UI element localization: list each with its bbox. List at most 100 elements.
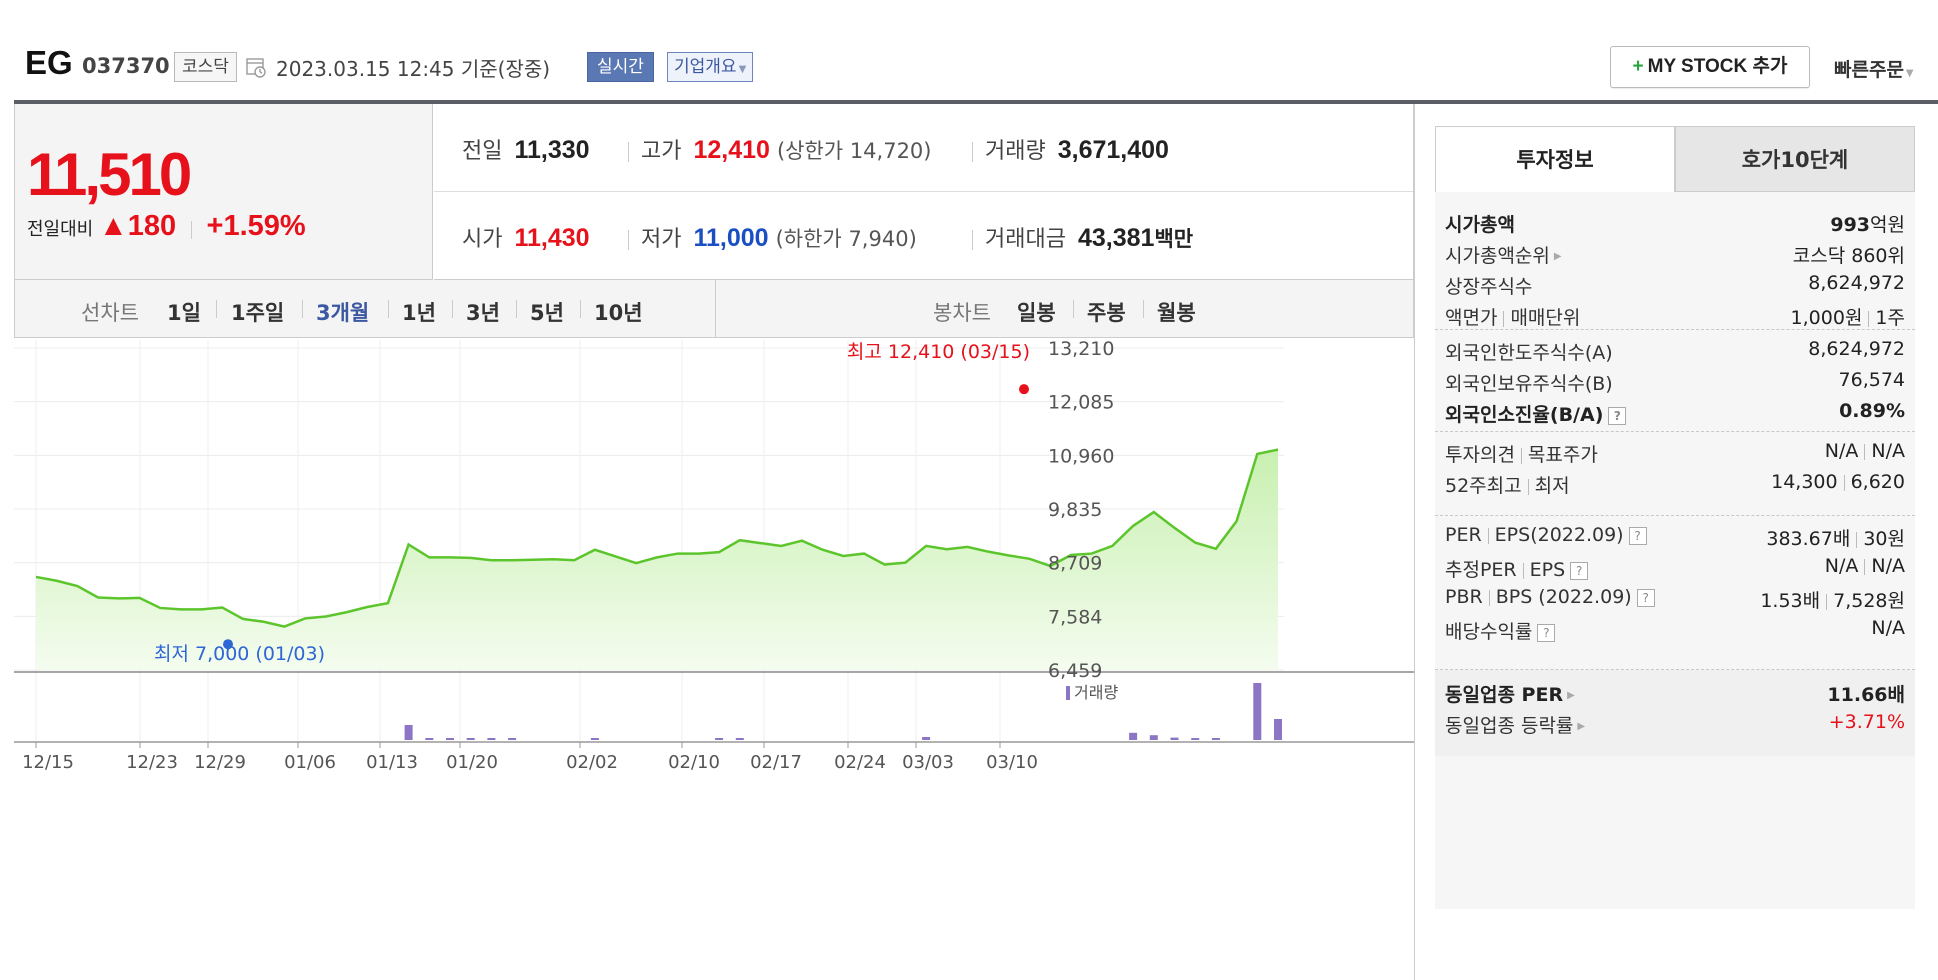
x-tick-label: 03/10 [986, 752, 1038, 773]
company-name: EG [25, 44, 73, 81]
company-info-button[interactable]: 기업개요 ▼ [667, 52, 754, 82]
change-label: 전일대비 [27, 219, 94, 240]
info-value: 1.53배 7,528원 [1760, 590, 1905, 612]
volume-bar [1191, 738, 1200, 740]
tab-invest-info[interactable]: 투자정보 [1435, 126, 1675, 192]
divider [388, 300, 389, 318]
y-tick-label: 12,085 [1048, 392, 1114, 414]
help-icon[interactable]: ? [1608, 406, 1627, 425]
info-value: 0.89% [1839, 400, 1905, 422]
arrow-right-icon[interactable]: ▶ [1554, 251, 1562, 262]
divider [1503, 310, 1505, 327]
info-tabs: 투자정보 호가10단계 [1435, 126, 1915, 192]
arrow-right-icon[interactable]: ▶ [1577, 721, 1585, 732]
divider [972, 230, 973, 250]
info-section: 동일업종 PER ▶ 11.66배 동일업종 등락률 ▶ +3.71% [1435, 670, 1915, 756]
y-tick-label: 10,960 [1048, 445, 1114, 467]
help-icon[interactable]: ? [1636, 588, 1655, 607]
period-1year[interactable]: 1년 [402, 297, 436, 327]
divider [580, 300, 581, 318]
volume-value: 3,671,400 [1057, 136, 1169, 164]
y-tick-label: 13,210 [1048, 340, 1114, 360]
volume-bar [404, 725, 413, 740]
info-value: 1,000원 1주 [1790, 307, 1905, 329]
trade-value-unit: 백만 [1154, 227, 1194, 251]
period-1day[interactable]: 1일 [167, 297, 201, 327]
candle-daily[interactable]: 일봉 [1017, 297, 1056, 327]
high-marker [1019, 384, 1029, 395]
info-value: N/A [1871, 617, 1905, 639]
price-row-1: 전일 11,330 고가 12,410 (상한가 14,720) 거래량 3,671,… [434, 104, 1413, 192]
y-tick-label: 7,584 [1048, 606, 1102, 628]
plus-icon: + [1632, 56, 1644, 77]
up-triangle-icon: ▲ [98, 210, 128, 242]
volume-label: 거래량 [985, 139, 1046, 164]
candle-weekly[interactable]: 주봉 [1087, 297, 1126, 327]
period-1week[interactable]: 1주일 [231, 297, 284, 327]
company-info-label: 기업개요 [674, 57, 737, 77]
divider [1487, 527, 1489, 544]
info-value: N/A N/A [1824, 555, 1905, 577]
divider [452, 300, 453, 318]
period-3year[interactable]: 3년 [466, 297, 500, 327]
info-row: 시가총액 993억원 [1445, 210, 1905, 240]
day-high-value: 12,410 [693, 136, 770, 164]
change-value: 180 [127, 210, 177, 242]
quick-order-button[interactable]: 빠른주문 ▼ [1834, 55, 1914, 82]
quote-time: 2023.03.15 12:45 기준(장중) [276, 53, 550, 82]
candle-monthly[interactable]: 월봉 [1157, 297, 1196, 327]
price-change: 전일대비 ▲180 +1.59% [27, 210, 306, 243]
info-row: PER EPS(2022.09)? 383.67배 30원 [1445, 524, 1905, 554]
help-icon[interactable]: ? [1537, 623, 1556, 642]
info-row: 외국인보유주식수(B) 76,574 [1445, 369, 1905, 399]
trade-value-value: 43,381 [1077, 224, 1155, 252]
open-label: 시가 [462, 227, 503, 252]
period-5year[interactable]: 5년 [530, 297, 564, 327]
info-label-2: EPS(2022.09) [1494, 524, 1624, 546]
tab-quote-10[interactable]: 호가10단계 [1675, 126, 1915, 192]
price-panel: 11,510 전일대비 ▲180 +1.59% 전일 11,330 고가 12,41… [14, 104, 1414, 280]
price-chart: 13,210 12,085 10,960 9,835 8,709 7,584 6,459 1… [14, 340, 1414, 980]
period-3month[interactable]: 3개월 [316, 297, 369, 327]
info-row: 투자의견 목표주가 N/A N/A [1445, 440, 1905, 470]
info-label: 외국인한도주식수(A) [1445, 342, 1613, 364]
x-tick-label: 12/15 [22, 752, 74, 773]
divider [190, 221, 192, 239]
market-badge: 코스닥 [174, 52, 237, 82]
volume-bar [715, 738, 724, 740]
volume-bars [404, 683, 1282, 740]
help-icon[interactable]: ? [1628, 526, 1647, 545]
chevron-down-icon: ▼ [738, 64, 747, 75]
invest-info-panel: 투자정보 호가10단계 시가총액 993억원 시가총액순위 ▶ 코스닥 860위 상장주식… [1414, 104, 1938, 980]
add-mystock-button[interactable]: + MY STOCK 추가 [1610, 46, 1810, 88]
info-value-2: 1주 [1875, 307, 1905, 329]
y-tick-label: 6,459 [1048, 660, 1102, 682]
x-tick-label: 02/02 [566, 752, 618, 773]
arrow-right-icon[interactable]: ▶ [1567, 690, 1575, 701]
divider [1488, 589, 1490, 606]
realtime-button[interactable]: 실시간 [587, 52, 654, 82]
volume-bar [446, 738, 454, 740]
info-section: PER EPS(2022.09)? 383.67배 30원 추정PER EPS? N/A N/… [1435, 516, 1915, 670]
info-label: 시가총액 [1445, 214, 1515, 236]
info-label: 상장주식수 [1445, 276, 1533, 298]
info-label-2: 매매단위 [1510, 307, 1581, 329]
invest-info-table: 시가총액 993억원 시가총액순위 ▶ 코스닥 860위 상장주식수 8,624,972 액면… [1435, 192, 1915, 909]
upper-limit-value: 14,720 [849, 139, 924, 163]
period-10year[interactable]: 10년 [594, 297, 643, 327]
info-label: 52주최고 최저 [1445, 475, 1570, 497]
help-icon[interactable]: ? [1570, 561, 1589, 580]
info-value-2: 30원 [1863, 528, 1905, 550]
info-row: 배당수익률? N/A [1445, 617, 1905, 647]
x-axis-ticks: 12/15 12/23 12/29 01/06 01/13 01/20 02/02 02/10… [22, 742, 1038, 773]
volume-bar [1211, 738, 1220, 740]
info-row: PBR BPS (2022.09)? 1.53배 7,528원 [1445, 586, 1905, 616]
chevron-down-icon: ▼ [1905, 68, 1914, 79]
divider [1856, 531, 1858, 548]
day-low-label: 저가 [641, 227, 682, 252]
divider [516, 300, 517, 318]
volume-bar [508, 738, 517, 740]
info-row: 52주최고 최저 14,300 6,620 [1445, 471, 1905, 501]
info-section: 투자의견 목표주가 N/A N/A 52주최고 최저 14,300 6,620 [1435, 432, 1915, 516]
divider [1864, 558, 1866, 575]
